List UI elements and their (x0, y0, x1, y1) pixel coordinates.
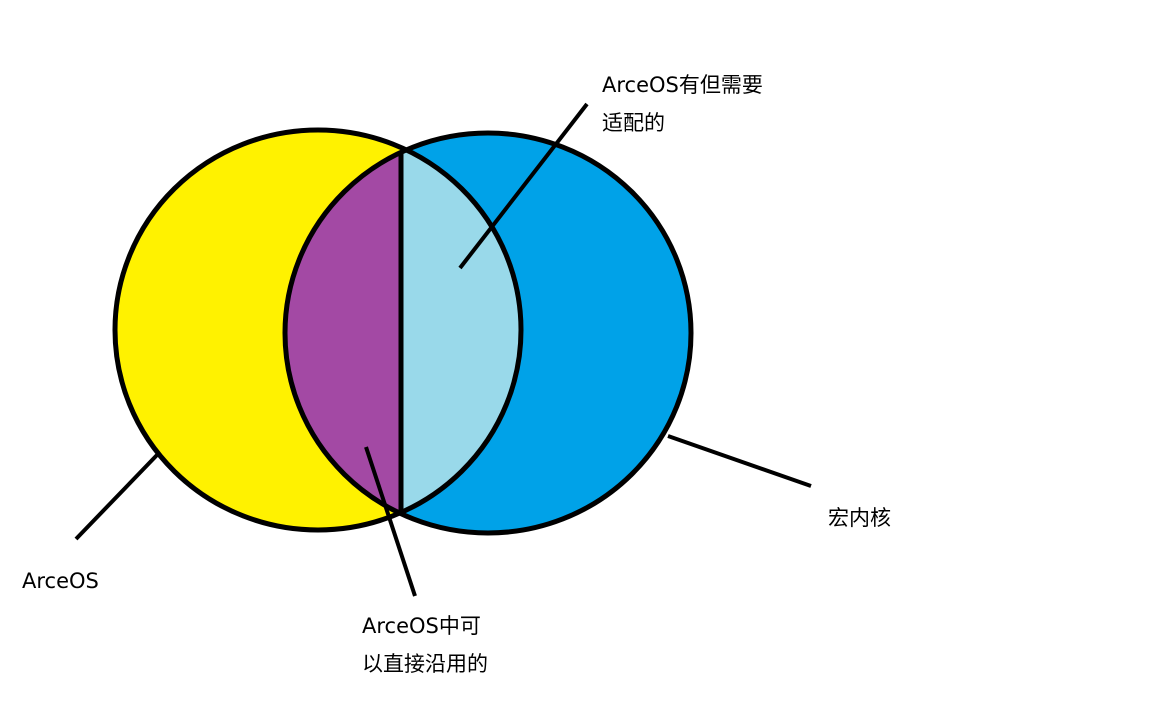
adapt-label-line-1: ArceOS有但需要 (602, 73, 763, 97)
macrokernel-label-text: 宏内核 (828, 506, 891, 530)
reuse-label-line-1: ArceOS中可 (362, 614, 481, 638)
adapt-label-line-2: 适配的 (602, 111, 665, 135)
macrokernel-leader-line (667, 434, 812, 488)
arceos-label-text: ArceOS (22, 569, 99, 593)
venn-diagram-canvas: ArceOS 宏内核 ArceOS有但需要 适配的 ArceOS中可 以直接沿用… (0, 0, 1152, 708)
arceos-leader-line (74, 453, 159, 541)
macrokernel-label: 宏内核 (828, 499, 891, 537)
reuse-label-line-2: 以直接沿用的 (362, 652, 488, 676)
venn-diagram (74, 102, 812, 597)
arceos-label: ArceOS (22, 562, 99, 600)
adapt-label: ArceOS有但需要 适配的 (602, 66, 763, 142)
reuse-label: ArceOS中可 以直接沿用的 (362, 607, 488, 683)
